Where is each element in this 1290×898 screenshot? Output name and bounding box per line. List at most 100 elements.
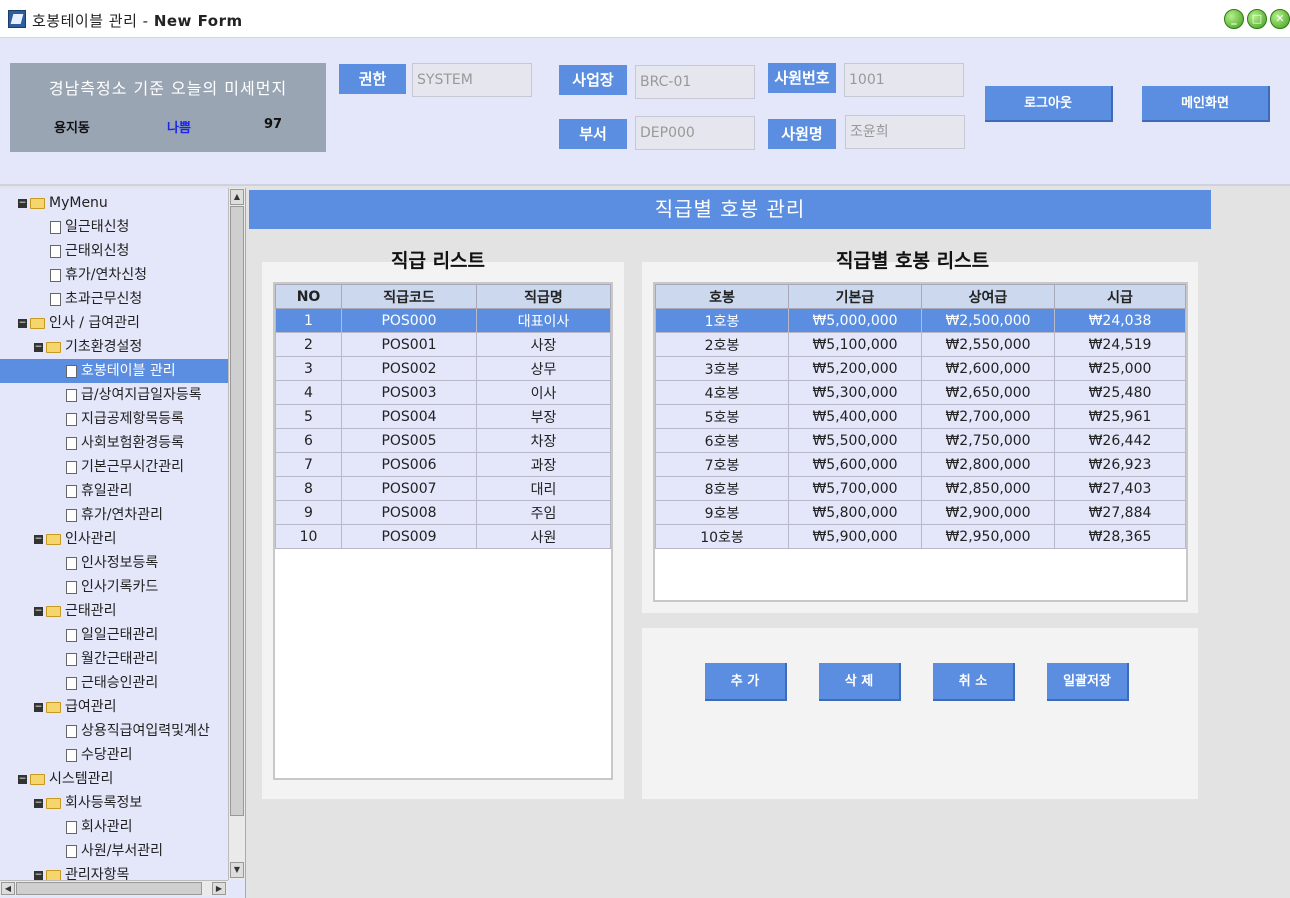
tree-item[interactable]: 일근태신청 (50, 215, 129, 239)
tree-item[interactable]: − 기초환경설정 (34, 335, 142, 359)
column-header[interactable]: 상여급 (921, 284, 1055, 309)
table-cell[interactable]: 1 (275, 308, 342, 333)
table-cell[interactable]: ₩25,961 (1054, 404, 1186, 429)
table-row[interactable]: 7 POS006 과장 (275, 452, 611, 477)
minimize-button[interactable]: _ (1224, 9, 1244, 29)
table-cell[interactable]: ₩5,500,000 (788, 428, 922, 453)
table-cell[interactable]: 10호봉 (655, 524, 789, 549)
table-row[interactable]: 4 POS003 이사 (275, 380, 611, 405)
table-cell[interactable]: ₩25,480 (1054, 380, 1186, 405)
table-cell[interactable]: POS006 (341, 452, 477, 477)
tree-item[interactable]: 인사기록카드 (66, 575, 158, 599)
table-cell[interactable]: 1호봉 (655, 308, 789, 333)
table-cell[interactable]: ₩2,750,000 (921, 428, 1055, 453)
column-header[interactable]: 호봉 (655, 284, 789, 309)
dept-field[interactable]: DEP000 (635, 116, 755, 150)
tree-item[interactable]: 급/상여지급일자등록 (66, 383, 202, 407)
tree-item[interactable]: 인사정보등록 (66, 551, 158, 575)
table-cell[interactable]: 8호봉 (655, 476, 789, 501)
table-cell[interactable]: ₩24,038 (1054, 308, 1186, 333)
table-cell[interactable]: POS008 (341, 500, 477, 525)
table-row[interactable]: 5 POS004 부장 (275, 404, 611, 429)
table-cell[interactable]: POS001 (341, 332, 477, 357)
tree-item[interactable]: 지급공제항목등록 (66, 407, 184, 431)
add-button[interactable]: 추 가 (705, 663, 787, 701)
column-header[interactable]: 기본급 (788, 284, 922, 309)
table-cell[interactable]: POS009 (341, 524, 477, 549)
table-cell[interactable]: 부장 (476, 404, 611, 429)
table-row[interactable]: 6호봉 ₩5,500,000 ₩2,750,000 ₩26,442 (655, 428, 1186, 453)
scroll-right-arrow-icon[interactable]: ▶ (212, 882, 226, 895)
tree-item[interactable]: 휴일관리 (66, 479, 133, 503)
tree-item[interactable]: 호봉테이블 관리 (0, 359, 228, 383)
tree-item[interactable]: 초과근무신청 (50, 287, 142, 311)
table-cell[interactable]: POS007 (341, 476, 477, 501)
table-row[interactable]: 9호봉 ₩5,800,000 ₩2,900,000 ₩27,884 (655, 500, 1186, 525)
column-header[interactable]: NO (275, 284, 342, 309)
table-cell[interactable]: ₩26,442 (1054, 428, 1186, 453)
table-cell[interactable]: 9호봉 (655, 500, 789, 525)
table-cell[interactable]: ₩5,000,000 (788, 308, 922, 333)
step-grid[interactable]: 호봉 기본급 상여급 시급 1호봉 ₩5,000,000 ₩2,500,000 ₩24,03… (653, 282, 1188, 602)
table-cell[interactable]: POS003 (341, 380, 477, 405)
table-cell[interactable]: 10 (275, 524, 342, 549)
table-cell[interactable]: 2 (275, 332, 342, 357)
tree-item[interactable]: 월간근태관리 (66, 647, 158, 671)
table-cell[interactable]: 5호봉 (655, 404, 789, 429)
tree-item[interactable]: 휴가/연차관리 (66, 503, 163, 527)
table-cell[interactable]: ₩2,700,000 (921, 404, 1055, 429)
table-cell[interactable]: 2호봉 (655, 332, 789, 357)
column-header[interactable]: 직급코드 (341, 284, 477, 309)
table-cell[interactable]: ₩2,800,000 (921, 452, 1055, 477)
table-cell[interactable]: ₩27,403 (1054, 476, 1186, 501)
scroll-left-arrow-icon[interactable]: ◀ (1, 882, 15, 895)
auth-field[interactable]: SYSTEM (412, 63, 532, 97)
table-cell[interactable]: 상무 (476, 356, 611, 381)
table-row[interactable]: 8 POS007 대리 (275, 476, 611, 501)
table-cell[interactable]: 차장 (476, 428, 611, 453)
tree-item[interactable]: − 근태관리 (34, 599, 117, 623)
table-cell[interactable]: ₩25,000 (1054, 356, 1186, 381)
tree-item[interactable]: 기본근무시간관리 (66, 455, 184, 479)
tree-item[interactable]: − 인사 / 급여관리 (18, 311, 140, 335)
position-grid[interactable]: NO 직급코드 직급명 1 POS000 대표이사 2 POS001 사장 3 POS002 상무 4… (273, 282, 613, 780)
site-field[interactable]: BRC-01 (635, 65, 755, 99)
column-header[interactable]: 시급 (1054, 284, 1186, 309)
expand-toggle-icon[interactable]: − (18, 318, 27, 328)
scroll-up-arrow-icon[interactable]: ▲ (230, 189, 244, 205)
close-button[interactable]: ✕ (1270, 9, 1290, 29)
tree-item[interactable]: 휴가/연차신청 (50, 263, 147, 287)
table-cell[interactable]: ₩2,850,000 (921, 476, 1055, 501)
tree-scroll-thumb[interactable] (230, 206, 244, 816)
table-cell[interactable]: ₩2,900,000 (921, 500, 1055, 525)
table-row[interactable]: 2호봉 ₩5,100,000 ₩2,550,000 ₩24,519 (655, 332, 1186, 357)
tree-item[interactable]: − 인사관리 (34, 527, 117, 551)
table-row[interactable]: 9 POS008 주임 (275, 500, 611, 525)
table-cell[interactable]: 과장 (476, 452, 611, 477)
table-row[interactable]: 10호봉 ₩5,900,000 ₩2,950,000 ₩28,365 (655, 524, 1186, 549)
table-cell[interactable]: ₩2,650,000 (921, 380, 1055, 405)
table-row[interactable]: 3호봉 ₩5,200,000 ₩2,600,000 ₩25,000 (655, 356, 1186, 381)
table-cell[interactable]: ₩2,500,000 (921, 308, 1055, 333)
table-cell[interactable]: 이사 (476, 380, 611, 405)
table-cell[interactable]: 사원 (476, 524, 611, 549)
table-row[interactable]: 5호봉 ₩5,400,000 ₩2,700,000 ₩25,961 (655, 404, 1186, 429)
table-cell[interactable]: POS005 (341, 428, 477, 453)
table-cell[interactable]: POS004 (341, 404, 477, 429)
table-cell[interactable]: 6 (275, 428, 342, 453)
table-cell[interactable]: 5 (275, 404, 342, 429)
table-cell[interactable]: ₩2,550,000 (921, 332, 1055, 357)
expand-toggle-icon[interactable]: − (34, 534, 43, 544)
expand-toggle-icon[interactable]: − (34, 702, 43, 712)
tree-item[interactable]: − 시스템관리 (18, 767, 113, 791)
table-cell[interactable]: ₩26,923 (1054, 452, 1186, 477)
tree-vertical-scrollbar[interactable]: ▲ ▼ (228, 188, 245, 880)
expand-toggle-icon[interactable]: − (34, 342, 43, 352)
expand-toggle-icon[interactable]: − (34, 798, 43, 808)
table-cell[interactable]: 8 (275, 476, 342, 501)
expand-toggle-icon[interactable]: − (34, 870, 43, 880)
table-cell[interactable]: ₩5,300,000 (788, 380, 922, 405)
table-cell[interactable]: ₩5,800,000 (788, 500, 922, 525)
table-cell[interactable]: 9 (275, 500, 342, 525)
table-row[interactable]: 1 POS000 대표이사 (275, 308, 611, 333)
